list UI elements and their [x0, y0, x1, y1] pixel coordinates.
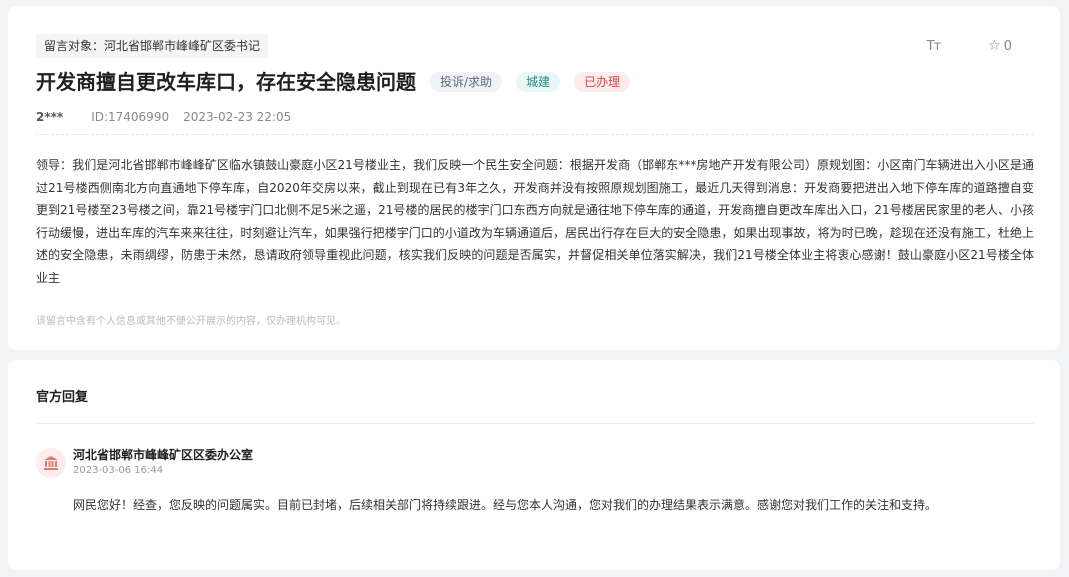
favorite-button[interactable]: ☆ 0 [988, 38, 1012, 54]
privacy-note: 该留言中含有个人信息或其他不便公开展示的内容，仅办理机构可见。 [36, 316, 346, 327]
reply-datetime: 2023-03-06 16:44 [73, 465, 164, 476]
type-tag: 投诉/求助 [430, 72, 503, 92]
reply-card: 官方回复 河北省邯郸市峰峰矿区区委办公室 2023-03-06 16:44 网民… [8, 360, 1060, 570]
favorite-count: 0 [1003, 38, 1012, 54]
message-datetime: 2023-02-23 22:05 [183, 110, 292, 124]
reply-heading: 官方回复 [36, 390, 89, 405]
message-tools: Tт ☆ 0 [927, 38, 1012, 54]
message-meta: 2*** ID:17406990 2023-02-23 22:05 [36, 110, 291, 124]
reply-text: 网民您好！经查，您反映的问题属实。目前已封堵，后续相关部门将持续跟进。经与您本人… [73, 498, 938, 512]
government-building-icon [36, 448, 66, 478]
field-tag: 城建 [516, 72, 561, 92]
message-id: ID:17406990 [91, 110, 170, 124]
title-row: 开发商擅自更改车库口，存在安全隐患问题 投诉/求助 城建 已办理 [36, 68, 631, 96]
message-card: 留言对象：河北省邯郸市峰峰矿区委书记 Tт ☆ 0 开发商擅自更改车库口，存在安… [8, 6, 1060, 350]
star-icon: ☆ [988, 38, 1001, 54]
status-tag: 已办理 [574, 72, 631, 92]
reply-org-name: 河北省邯郸市峰峰矿区区委办公室 [73, 448, 254, 462]
message-target: 留言对象：河北省邯郸市峰峰矿区委书记 [36, 34, 269, 58]
reply-divider [36, 423, 1034, 424]
author-name: 2*** [36, 110, 64, 124]
message-title: 开发商擅自更改车库口，存在安全隐患问题 [36, 70, 416, 94]
font-size-icon[interactable]: Tт [927, 39, 941, 54]
divider [36, 134, 1034, 135]
message-body: 领导：我们是河北省邯郸市峰峰矿区临水镇鼓山豪庭小区21号楼业主，我们反映一个民生… [36, 158, 1034, 285]
